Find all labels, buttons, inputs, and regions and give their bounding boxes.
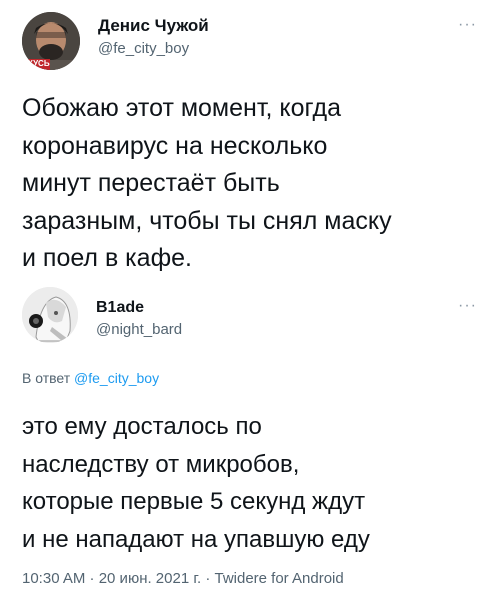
handle[interactable]: @night_bard <box>96 321 182 338</box>
avatar-blade[interactable] <box>22 287 78 343</box>
tweet-line: которые первые 5 секунд ждут <box>22 488 366 515</box>
more-options-icon[interactable]: ··· <box>458 297 477 315</box>
avatar-illustration <box>22 287 78 343</box>
tweet-line: и поел в кафе. <box>22 244 192 272</box>
timestamp-and-client[interactable]: 10:30 AM · 20 июн. 2021 г. · Twidere for… <box>22 570 344 587</box>
reply-prefix: В ответ <box>22 370 71 386</box>
tweet-line: это ему досталось по <box>22 413 262 440</box>
tweet-line: минут перестаёт быть <box>22 169 280 197</box>
tweet-line: коронавирус на несколько <box>22 131 328 160</box>
tweet-line: наследству от микробов, <box>22 450 300 478</box>
handle[interactable]: @fe_city_boy <box>98 40 189 57</box>
tweet-text: Обожаю этот момент, когда коронавирус на… <box>22 90 392 278</box>
display-name[interactable]: B1ade <box>96 299 144 317</box>
reply-handle-link[interactable]: @fe_city_boy <box>74 370 159 386</box>
avatar-denis[interactable]: КУСЬ <box>22 12 80 70</box>
avatar-badge-text: КУСЬ <box>28 59 50 68</box>
tweet-line: Обожаю этот момент, когда <box>22 94 342 122</box>
more-options-icon[interactable]: ··· <box>458 16 477 34</box>
reply-context: В ответ @fe_city_boy <box>22 370 159 386</box>
display-name[interactable]: Денис Чужой <box>98 16 209 36</box>
tweet-line: заразным, чтобы ты снял маску <box>22 206 392 235</box>
tweet-text: это ему досталось по наследству от микро… <box>22 408 370 558</box>
tweet-line: и не нападают на упавшую еду <box>22 525 370 553</box>
